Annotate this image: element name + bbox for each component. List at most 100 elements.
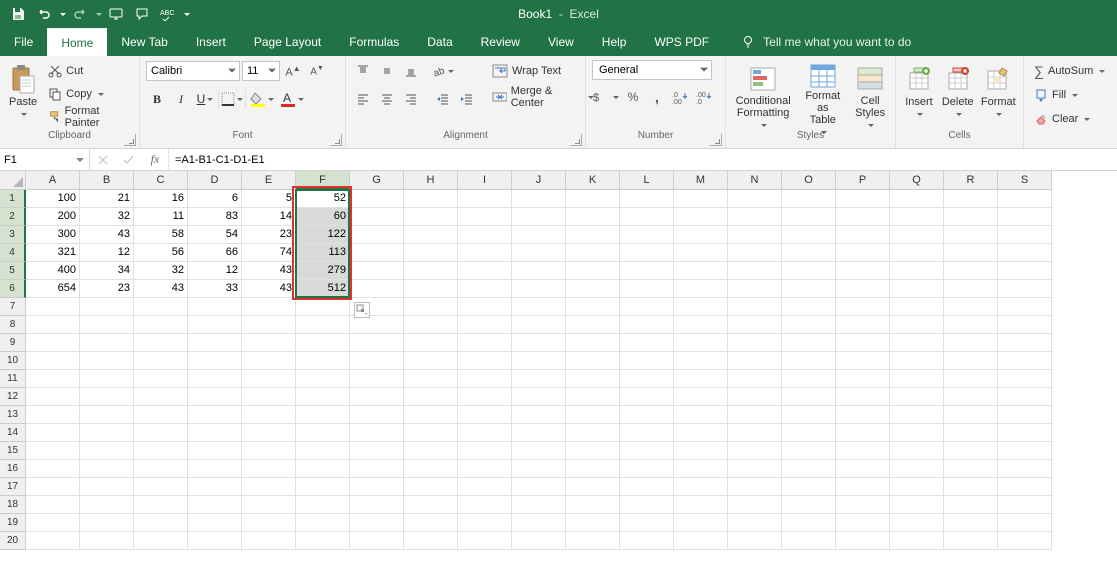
cell[interactable] (728, 370, 782, 388)
tab-review[interactable]: Review (467, 28, 534, 56)
cancel-formula-button[interactable] (90, 149, 116, 171)
cell[interactable] (728, 226, 782, 244)
cell[interactable] (26, 478, 80, 496)
cell[interactable] (512, 424, 566, 442)
cell[interactable] (350, 460, 404, 478)
cell[interactable] (620, 280, 674, 298)
increase-decimal-button[interactable]: .0.00 (670, 86, 692, 108)
cell[interactable] (836, 280, 890, 298)
cell[interactable] (350, 280, 404, 298)
cell[interactable] (728, 352, 782, 370)
cell[interactable] (944, 352, 998, 370)
cell[interactable]: 32 (134, 262, 188, 280)
cell[interactable] (404, 262, 458, 280)
cell[interactable] (350, 406, 404, 424)
tab-insert[interactable]: Insert (182, 28, 240, 56)
cell[interactable] (80, 496, 134, 514)
cell[interactable] (134, 478, 188, 496)
cell[interactable] (998, 532, 1052, 550)
cell[interactable] (728, 280, 782, 298)
paste-button[interactable]: Paste (6, 60, 40, 130)
cell[interactable] (944, 298, 998, 316)
cell[interactable] (620, 226, 674, 244)
cell[interactable] (566, 442, 620, 460)
save-button[interactable] (6, 3, 30, 25)
autosum-button[interactable]: ∑ AutoSum (1030, 60, 1109, 82)
cell[interactable]: 66 (188, 244, 242, 262)
cell[interactable] (80, 316, 134, 334)
cell[interactable] (998, 514, 1052, 532)
cell[interactable]: 12 (188, 262, 242, 280)
cell[interactable] (458, 280, 512, 298)
row-header[interactable]: 16 (0, 460, 26, 478)
cell[interactable] (944, 388, 998, 406)
name-box[interactable]: F1 (0, 149, 90, 170)
cell[interactable] (620, 442, 674, 460)
row-header[interactable]: 4 (0, 244, 26, 262)
cell[interactable]: 279 (296, 262, 350, 280)
row-header[interactable]: 9 (0, 334, 26, 352)
number-dialog-launcher[interactable] (710, 134, 722, 146)
align-top-button[interactable] (352, 60, 374, 82)
row-header[interactable]: 3 (0, 226, 26, 244)
tab-home[interactable]: Home (47, 28, 107, 56)
cell[interactable]: 6 (188, 190, 242, 208)
cell[interactable] (134, 370, 188, 388)
cell[interactable] (134, 298, 188, 316)
cell[interactable] (566, 352, 620, 370)
cell[interactable] (836, 496, 890, 514)
cell[interactable] (458, 388, 512, 406)
cell[interactable] (674, 388, 728, 406)
cell[interactable] (80, 460, 134, 478)
cell[interactable] (458, 262, 512, 280)
tab-wps-pdf[interactable]: WPS PDF (640, 28, 723, 56)
cell[interactable] (566, 208, 620, 226)
increase-font-button[interactable]: A▲ (282, 60, 304, 82)
align-bottom-button[interactable] (400, 60, 422, 82)
cell[interactable] (512, 388, 566, 406)
cell[interactable] (674, 460, 728, 478)
cell[interactable] (26, 460, 80, 478)
cell[interactable] (890, 262, 944, 280)
cell[interactable] (620, 190, 674, 208)
cell[interactable] (620, 514, 674, 532)
cell[interactable] (296, 532, 350, 550)
column-header[interactable]: O (782, 171, 836, 190)
cell[interactable] (458, 352, 512, 370)
column-header[interactable]: N (728, 171, 782, 190)
cell[interactable] (674, 424, 728, 442)
cell[interactable] (890, 442, 944, 460)
cell[interactable] (728, 190, 782, 208)
cell[interactable] (566, 460, 620, 478)
qat-monitor-button[interactable] (104, 3, 128, 25)
cell[interactable] (836, 298, 890, 316)
cell[interactable]: 23 (242, 226, 296, 244)
cell[interactable] (620, 496, 674, 514)
font-size-combo[interactable] (242, 61, 280, 81)
cell[interactable] (134, 442, 188, 460)
cell[interactable] (728, 388, 782, 406)
qat-chat-button[interactable] (130, 3, 154, 25)
cell[interactable] (26, 532, 80, 550)
row-header[interactable]: 14 (0, 424, 26, 442)
cell[interactable] (782, 460, 836, 478)
row-header[interactable]: 20 (0, 532, 26, 550)
cell[interactable]: 300 (26, 226, 80, 244)
cell[interactable] (566, 244, 620, 262)
cell[interactable] (296, 370, 350, 388)
cell[interactable] (566, 424, 620, 442)
cell[interactable] (296, 352, 350, 370)
italic-button[interactable]: I (170, 88, 192, 110)
cell[interactable] (782, 478, 836, 496)
cell[interactable] (188, 478, 242, 496)
undo-button[interactable] (32, 3, 56, 25)
cell[interactable]: 34 (80, 262, 134, 280)
cell[interactable] (674, 298, 728, 316)
cell[interactable] (512, 496, 566, 514)
cell[interactable] (998, 370, 1052, 388)
cell[interactable] (512, 532, 566, 550)
cell[interactable] (728, 424, 782, 442)
cell[interactable] (242, 424, 296, 442)
row-header[interactable]: 17 (0, 478, 26, 496)
cell[interactable] (134, 352, 188, 370)
